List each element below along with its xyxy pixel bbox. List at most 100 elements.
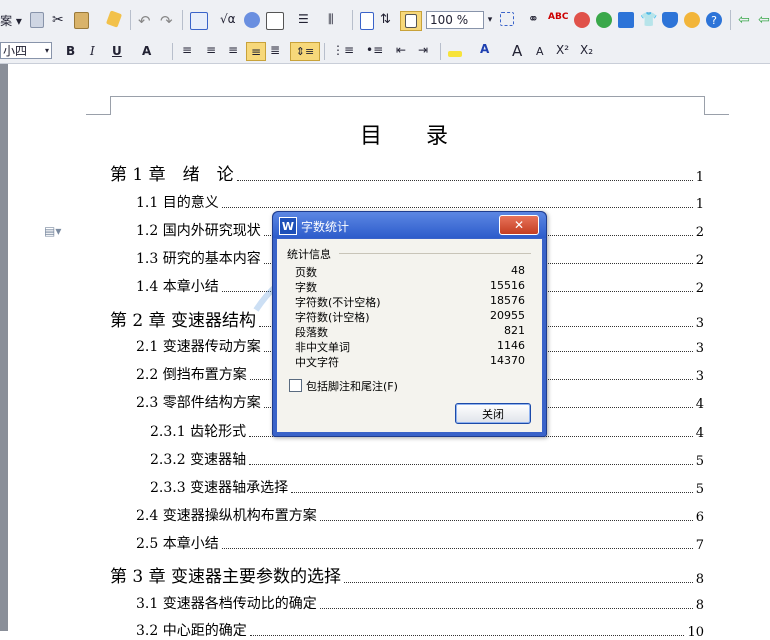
toc-entry-text: 2.2 倒挡布置方案 <box>136 367 247 383</box>
toc-entry-text: 2.5 本章小结 <box>136 536 219 552</box>
style-dropdown[interactable]: 案 ▾ <box>0 11 22 29</box>
include-footnotes-label: 包括脚注和尾注(F) <box>306 380 398 393</box>
stat-label: 中文字符 <box>295 356 339 369</box>
toc-entry[interactable]: 第 3 章 变速器主要参数的选择 8 <box>110 562 704 587</box>
toc-entry[interactable]: 2.5 本章小结 7 <box>136 533 704 553</box>
help-icon[interactable]: ? <box>706 12 722 28</box>
close-icon[interactable]: ✕ <box>499 215 539 235</box>
redo-icon[interactable]: ↷ <box>160 12 173 30</box>
hyperlink-icon[interactable] <box>244 12 260 28</box>
toc-entry-text: 第 1 章 绪 论 <box>110 165 234 185</box>
distributed-icon[interactable]: ≣ <box>270 43 280 57</box>
toc-leader-dots <box>221 206 693 208</box>
toc-leader-dots <box>221 547 693 549</box>
toc-page-number: 4 <box>695 426 704 441</box>
italic-button[interactable]: I <box>90 44 95 58</box>
page-top-border <box>110 96 704 98</box>
subscript-label: X₂ <box>580 43 594 57</box>
close-button[interactable]: 关闭 <box>455 403 531 424</box>
align-right-icon[interactable]: ≡ <box>228 43 238 57</box>
superscript-button[interactable]: X² <box>556 43 569 57</box>
toc-entry[interactable]: 2.3.3 变速器轴承选择 5 <box>150 477 704 497</box>
browser-icon[interactable] <box>596 12 612 28</box>
page-edge <box>0 64 8 631</box>
toc-page-number: 2 <box>695 281 704 296</box>
page-corner-mark <box>704 96 729 115</box>
separator <box>172 43 173 60</box>
stat-value: 18576 <box>490 294 525 307</box>
table-grid-icon[interactable] <box>266 12 284 30</box>
forward-arrow-icon[interactable]: ⇦ <box>758 12 770 28</box>
char-shading-button[interactable]: A <box>142 44 151 58</box>
underline-button[interactable]: U <box>112 44 122 58</box>
dialog-body: 统计信息 页数 48 字数 15516 字符数(不计空格) 18576 字符数(计空格) 20… <box>277 239 542 432</box>
research-icon[interactable] <box>574 12 590 28</box>
moon-icon[interactable] <box>684 12 700 28</box>
formula-icon[interactable]: √α <box>220 12 236 26</box>
toc-page-number: 2 <box>695 225 704 240</box>
numbered-list-icon[interactable]: ⋮≡ <box>332 43 354 57</box>
toc-entry[interactable]: 2.4 变速器操纵机构布置方案 6 <box>136 505 704 525</box>
track-changes-icon[interactable]: ⇅ <box>380 12 391 27</box>
bold-button[interactable]: B <box>66 44 75 58</box>
toc-page-number: 4 <box>695 397 704 412</box>
shirt-icon[interactable]: 👕 <box>640 12 657 28</box>
font-color-button[interactable]: A <box>480 42 489 56</box>
decrease-indent-icon[interactable]: ⇤ <box>396 43 406 57</box>
line-spacing-icon[interactable]: ⇕≡ <box>290 42 320 61</box>
toc-leader-dots <box>249 463 693 465</box>
cut-icon[interactable]: ✂ <box>52 12 64 28</box>
style-dropdown-label: 案 ▾ <box>0 13 22 28</box>
online-icon[interactable] <box>618 12 634 28</box>
grow-font-button[interactable]: A <box>512 42 522 60</box>
toc-entry[interactable]: 2.3.2 变速器轴 5 <box>150 449 704 469</box>
shield-icon[interactable] <box>662 12 678 28</box>
bold-label: B <box>66 44 76 58</box>
shrink-font-label: A <box>536 45 544 58</box>
align-center-icon[interactable]: ≡ <box>206 43 216 57</box>
paragraph-options-icon[interactable]: ▤▾ <box>44 224 61 238</box>
wps-app-icon: W <box>279 217 297 235</box>
copy-icon[interactable] <box>30 12 44 28</box>
print-preview-icon[interactable] <box>360 12 374 30</box>
spellcheck-icon[interactable]: ABC <box>548 12 568 22</box>
formatting-toolbar: 小四 ▾ B I U A ≡ ≡ ≡ ≡ ≣ ⇕≡ ⋮≡ •≡ ⇤ ⇥ A A … <box>0 40 770 64</box>
toc-page-number: 5 <box>695 454 704 469</box>
columns-icon[interactable]: ☰ <box>298 12 309 26</box>
font-size-value: 小四 <box>3 44 28 58</box>
toc-entry[interactable]: 3.2 中心距的确定 10 <box>136 620 704 640</box>
chevron-down-icon: ▾ <box>487 15 493 25</box>
align-left-icon[interactable]: ≡ <box>182 43 192 57</box>
zoom-value: 100 % <box>430 13 469 27</box>
word-count-button[interactable] <box>400 11 422 31</box>
toc-entry[interactable]: 1.1 目的意义 1 <box>136 192 704 212</box>
toc-page-number: 3 <box>695 341 704 356</box>
dialog-titlebar[interactable]: W 字数统计 ✕ <box>273 212 546 238</box>
format-painter-icon[interactable] <box>105 10 123 28</box>
select-icon[interactable] <box>500 12 514 26</box>
insert-table-icon[interactable] <box>190 12 208 30</box>
separator <box>130 10 131 30</box>
show-para-marks-icon[interactable]: ⫼ <box>328 12 334 27</box>
toc-entry-text: 3.1 变速器各档传动比的确定 <box>136 596 317 612</box>
back-arrow-icon[interactable]: ⇦ <box>738 12 750 28</box>
bullet-list-icon[interactable]: •≡ <box>366 43 383 57</box>
toc-page-number: 2 <box>695 253 704 268</box>
paste-icon[interactable] <box>74 12 89 29</box>
toc-entry[interactable]: 3.1 变速器各档传动比的确定 8 <box>136 593 704 613</box>
highlight-icon[interactable] <box>448 43 462 57</box>
separator <box>324 43 325 60</box>
zoom-input[interactable]: 100 % <box>426 11 484 29</box>
find-icon[interactable]: ⚭ <box>528 12 539 27</box>
undo-icon[interactable]: ↶ <box>138 12 151 30</box>
font-size-select[interactable]: 小四 ▾ <box>0 42 52 59</box>
shrink-font-button[interactable]: A <box>536 45 544 58</box>
toc-entry[interactable]: 第 1 章 绪 论 1 <box>110 160 704 185</box>
subscript-button[interactable]: X₂ <box>580 43 593 57</box>
separator <box>440 43 441 60</box>
toc-page-number: 1 <box>695 197 704 212</box>
justify-icon[interactable]: ≡ <box>246 42 266 61</box>
zoom-dropdown-arrow[interactable]: ▾ <box>484 11 496 29</box>
increase-indent-icon[interactable]: ⇥ <box>418 43 428 57</box>
include-footnotes-checkbox[interactable] <box>289 379 302 392</box>
